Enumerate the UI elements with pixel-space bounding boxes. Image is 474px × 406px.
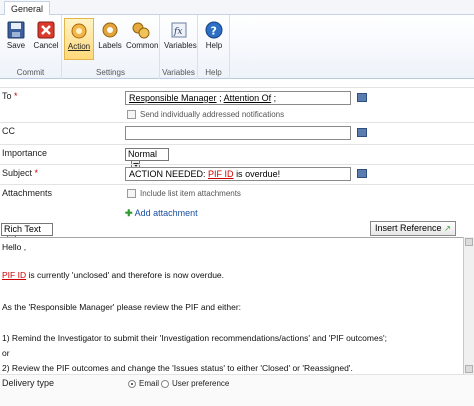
subject-lookup-icon[interactable] [357,169,367,178]
labels-icon [102,22,118,38]
labels-button[interactable]: Labels [95,18,125,60]
send-individually-checkbox[interactable] [127,110,136,119]
to-separator: ; [219,93,222,103]
action-button[interactable]: Action [64,18,94,60]
scroll-up-arrow[interactable] [465,238,473,246]
send-individually-label: Send individually addressed notification… [140,110,285,119]
add-attachment-link[interactable]: ✚ Add attachment [125,208,198,219]
help-icon: ? [205,21,223,39]
attachments-label: Attachments [2,188,53,198]
group-commit: Save Cancel Commit [0,15,62,79]
group-label-variables: Variables [162,68,195,77]
delivery-email-radio[interactable] [128,380,136,388]
group-variables: fx Variables Variables [160,15,198,79]
body-line-instructions: As the 'Responsible Manager' please revi… [2,302,242,312]
cc-address-book-icon[interactable] [357,128,367,137]
message-body-editor[interactable]: Hello , PIF ID is currently 'unclosed' a… [0,237,463,374]
delivery-email-label: Email [139,379,160,388]
body-pif-id-reference: PIF ID [2,270,27,280]
save-icon [7,21,25,39]
to-end-separator: ; [273,93,277,103]
common-label: Common [126,41,159,50]
save-button[interactable]: Save [1,18,31,60]
delivery-user-preference-label: User preference [172,379,230,388]
labels-label: Labels [98,41,122,50]
editor-scrollbar[interactable] [463,237,474,374]
address-book-icon[interactable] [357,93,367,102]
help-button[interactable]: ? Help [199,18,229,60]
subject-row: Subject * ACTION NEEDED: PIF ID is overd… [0,164,474,184]
group-label-help: Help [205,68,222,77]
variables-label: Variables [164,41,197,50]
ribbon-tab-bar: General [0,0,474,16]
importance-select[interactable]: Normal [125,148,169,170]
importance-label: Importance [2,148,48,158]
to-row: To * Responsible Manager ; Attention Of … [0,87,474,122]
to-recipient-attention-of: Attention Of [223,93,272,103]
subject-pif-id-reference: PIF ID [208,169,234,179]
variables-button[interactable]: fx Variables [164,18,197,60]
body-greeting: Hello , [2,242,27,252]
subject-label: Subject * [2,168,39,178]
editor-mode-value: Rich Text [4,224,41,234]
cancel-label: Cancel [33,41,59,50]
group-label-commit: Commit [16,68,45,77]
group-settings: Action Labels Common Settings [62,15,160,79]
action-icon [71,23,87,39]
include-attachments-checkbox[interactable] [127,189,136,198]
common-icon [132,22,150,39]
delivery-row: Delivery type Email User preference [0,374,474,406]
include-attachments-label: Include list item attachments [140,189,241,198]
to-field[interactable]: Responsible Manager ; Attention Of ; [125,91,351,105]
insert-reference-button[interactable]: Insert Reference ↗ [370,221,456,236]
svg-text:?: ? [211,25,217,38]
cancel-button[interactable]: Cancel [31,18,61,60]
subject-prefix: ACTION NEEDED: [129,169,206,179]
importance-value: Normal [128,149,158,159]
scroll-down-arrow[interactable] [465,365,473,373]
save-label: Save [6,41,26,50]
importance-row: Importance Normal [0,144,474,170]
insert-reference-label: Insert Reference [375,223,442,233]
to-recipient-responsible-manager: Responsible Manager [129,93,217,103]
delivery-type-label: Delivery type [2,378,55,388]
add-attachment-label: Add attachment [134,208,198,218]
cc-row: CC [0,122,474,144]
cancel-icon [37,21,55,39]
svg-text:fx: fx [173,27,182,37]
common-button[interactable]: Common [126,18,159,60]
insert-reference-icon: ↗ [444,224,451,233]
group-label-settings: Settings [96,68,125,77]
plus-icon: ✚ [125,208,133,218]
group-help: ? Help Help [198,15,230,79]
variables-icon: fx [171,22,187,38]
body-line-option-1: 1) Remind the Investigator to submit the… [2,333,387,343]
cc-label: CC [2,126,15,136]
body-overdue-text: is currently 'unclosed' and therefore is… [28,270,225,280]
attachments-row: Attachments Include list item attachment… [0,184,474,220]
subject-suffix: is overdue! [236,169,281,179]
subject-field[interactable]: ACTION NEEDED: PIF ID is overdue! [125,167,351,181]
editor-mode-select[interactable]: Rich Text [1,223,53,245]
ribbon: Save Cancel Commit Action Labels Common … [0,15,474,79]
tab-general[interactable]: General [4,1,51,16]
body-line-overdue: PIF ID is currently 'unclosed' and there… [2,270,224,280]
action-label: Action [67,42,91,51]
cc-field[interactable] [125,126,351,140]
delivery-user-preference-radio[interactable] [161,380,169,388]
body-line-or: or [2,348,10,358]
help-label: Help [205,41,223,50]
body-line-option-2: 2) Review the PIF outcomes and change th… [2,363,353,373]
to-label: To * [2,91,18,101]
